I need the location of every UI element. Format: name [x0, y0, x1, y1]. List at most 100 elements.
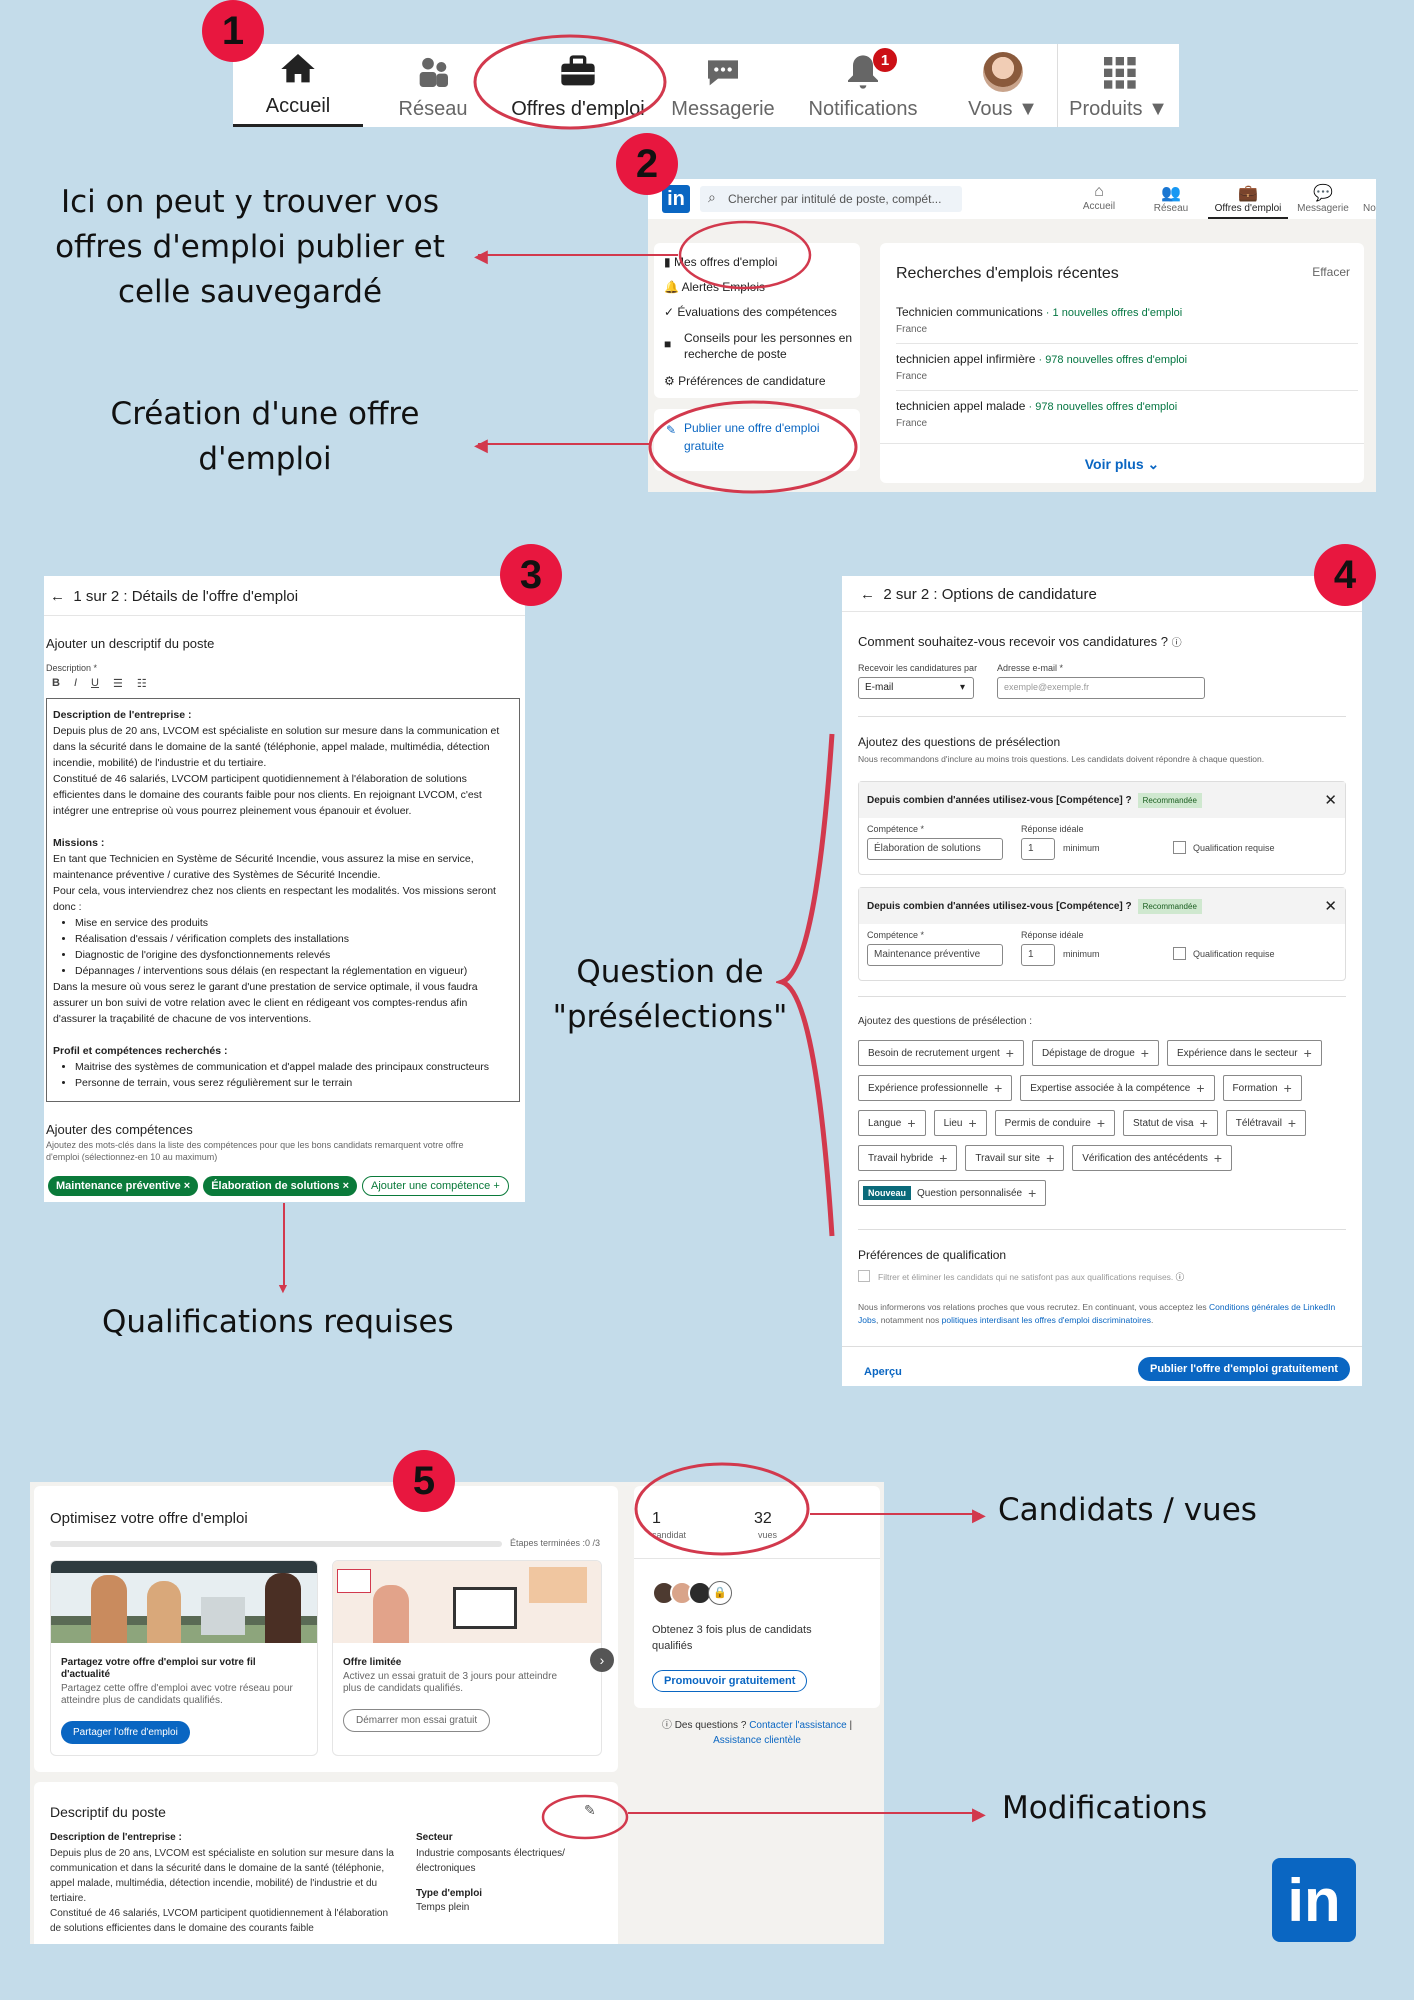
recommended-badge: Recommandée — [1137, 792, 1202, 808]
ideal-answer-input[interactable]: 1 — [1021, 944, 1055, 966]
menu-preferences[interactable]: ⚙ Préférences de candidature — [664, 374, 826, 388]
linkedin-top-nav: Accueil Réseau Offres d'emploi Messageri… — [233, 44, 1179, 127]
recent-search-item[interactable]: Technicien communications · 1 nouvelles … — [896, 303, 1358, 344]
highlight-circle-stats — [634, 1462, 810, 1556]
promote-button[interactable]: Promouvoir gratuitement — [652, 1670, 808, 1692]
question-chip[interactable]: Formation + — [1222, 1075, 1302, 1101]
skill-pill[interactable]: Maintenance préventive × — [48, 1176, 199, 1196]
question-chip[interactable]: Dépistage de drogue + — [1031, 1040, 1159, 1066]
screening-hint: Nous recommandons d'inclure au moins tro… — [858, 754, 1265, 764]
carousel-next-button[interactable]: › — [590, 1648, 614, 1672]
competence-input[interactable]: Élaboration de solutions — [867, 838, 1003, 860]
s2-nav-messagerie[interactable]: 💬 Messagerie — [1293, 183, 1353, 214]
publish-free-button[interactable]: Publier l'offre d'emploi gratuitement — [1138, 1357, 1350, 1381]
nav-label: Messagerie — [671, 98, 775, 120]
question-chip[interactable]: Vérification des antécédents + — [1072, 1145, 1233, 1171]
network-icon — [419, 57, 448, 87]
pref-checkbox[interactable] — [858, 1270, 870, 1282]
board-shape — [337, 1569, 371, 1593]
description-textarea[interactable]: Description de l'entreprise : Depuis plu… — [46, 698, 520, 1102]
desc-paragraph: Depuis plus de 20 ans, LVCOM est spécial… — [53, 725, 500, 769]
highlight-circle-mes-offres — [678, 220, 812, 290]
add-skill-button[interactable]: Ajouter une compétence + — [362, 1176, 509, 1196]
search-input[interactable]: ⌕ Chercher par intitulé de poste, compét… — [700, 186, 962, 212]
shelf-shape — [529, 1567, 587, 1603]
recent-search-item[interactable]: technicien appel malade · 978 nouvelles … — [896, 397, 1358, 437]
desc-heading: Description de l'entreprise : — [50, 1832, 182, 1843]
step-badge-1: 1 — [202, 0, 264, 62]
nav-vous[interactable]: Vous ▼ — [933, 44, 1073, 127]
optimize-card: Optimisez votre offre d'emploi Étapes te… — [34, 1486, 618, 1772]
see-more-link[interactable]: Voir plus ⌄ — [880, 443, 1364, 473]
menu-evaluations[interactable]: ✓ Évaluations des compétences — [664, 305, 837, 319]
back-arrow-icon[interactable]: ← — [50, 588, 65, 605]
s2-nav-reseau[interactable]: 👥 Réseau — [1148, 183, 1194, 214]
s2-nav-offres[interactable]: 💼 Offres d'emploi — [1208, 183, 1288, 219]
required-checkbox[interactable] — [1173, 841, 1186, 854]
nav-produits[interactable]: Produits ▼ — [1058, 44, 1179, 127]
linkedin-logo-footer: in — [1272, 1858, 1356, 1942]
clear-link[interactable]: Effacer — [1312, 265, 1350, 279]
close-icon[interactable]: ✕ — [1324, 897, 1337, 915]
menu-conseils[interactable]: ■ Conseils pour les personnes en recherch… — [664, 330, 854, 362]
start-trial-button[interactable]: Démarrer mon essai gratuit — [343, 1709, 491, 1732]
custom-question-chip[interactable]: Nouveau Question personnalisée + — [858, 1180, 1047, 1206]
receive-select[interactable]: E-mail ▾ — [858, 677, 974, 699]
underline-button[interactable]: U — [91, 677, 99, 690]
arrow-modifications — [628, 1812, 980, 1814]
nav-label: Réseau — [398, 98, 468, 120]
italic-button[interactable]: I — [74, 677, 77, 690]
question-chip[interactable]: Expérience professionnelle + — [858, 1075, 1013, 1101]
monitor-shape — [453, 1587, 517, 1629]
question-chip[interactable]: Télétravail + — [1225, 1110, 1307, 1136]
avatar-group: 🔒 — [652, 1581, 732, 1605]
share-job-button[interactable]: Partager l'offre d'emploi — [61, 1721, 190, 1744]
bold-button[interactable]: B — [52, 677, 60, 690]
nav-notifications[interactable]: Notifications 1 — [793, 44, 933, 127]
nav-accueil[interactable]: Accueil — [233, 44, 363, 127]
contact-support-link[interactable]: Contacter l'assistance — [749, 1720, 847, 1731]
skill-pill[interactable]: Élaboration de solutions × — [203, 1176, 358, 1196]
arrow-mes-offres — [478, 254, 678, 256]
question-chip[interactable]: Expérience dans le secteur + — [1166, 1040, 1322, 1066]
question-chip[interactable]: Expertise associée à la compétence + — [1020, 1075, 1215, 1101]
share-card-title: Partagez votre offre d'emploi sur votre … — [61, 1657, 256, 1680]
legal-text: Nous informerons vos relations proches q… — [858, 1302, 1336, 1325]
policy-link[interactable]: politiques interdisant les offres d'empl… — [942, 1315, 1151, 1325]
bullet-list-button[interactable]: ☰ — [113, 677, 123, 690]
linkedin-logo[interactable]: in — [662, 185, 690, 213]
customer-support-link[interactable]: Assistance clientèle — [713, 1735, 801, 1746]
trial-card-title: Offre limitée — [343, 1657, 402, 1668]
caption-creation: Création d'une offre d'emploi — [110, 396, 420, 477]
section-title: Ajouter un descriptif du poste — [46, 636, 215, 651]
close-icon[interactable]: ✕ — [1324, 791, 1337, 809]
nav-messagerie[interactable]: Messagerie — [653, 44, 793, 127]
numbered-list-button[interactable]: ☷ — [137, 677, 147, 690]
question-chip[interactable]: Besoin de recrutement urgent + — [858, 1040, 1024, 1066]
trial-illustration — [333, 1561, 601, 1643]
step-badge-4: 4 — [1314, 544, 1376, 606]
ideal-answer-input[interactable]: 1 — [1021, 838, 1055, 860]
question-chip[interactable]: Travail sur site + — [965, 1145, 1065, 1171]
required-checkbox[interactable] — [1173, 947, 1186, 960]
grid-icon — [1103, 57, 1136, 89]
s2-nav-notifications[interactable]: No — [1363, 203, 1376, 214]
question-chip[interactable]: Statut de visa + — [1123, 1110, 1218, 1136]
competence-input[interactable]: Maintenance préventive — [867, 944, 1003, 966]
question-chip[interactable]: Travail hybride + — [858, 1145, 958, 1171]
divider — [858, 716, 1346, 717]
gear-icon: ⚙ — [664, 374, 675, 388]
highlight-circle-publier — [648, 400, 858, 494]
question-chip[interactable]: Permis de conduire + — [994, 1110, 1115, 1136]
s2-nav-accueil[interactable]: ⌂ Accueil — [1076, 183, 1122, 212]
question-chip[interactable]: Lieu + — [933, 1110, 987, 1136]
email-input[interactable]: exemple@exemple.fr — [997, 677, 1205, 699]
step-badge-3: 3 — [500, 544, 562, 606]
network-icon: 👥 — [1161, 185, 1181, 202]
question-chip[interactable]: Langue + — [858, 1110, 926, 1136]
person-figure — [373, 1585, 409, 1643]
arrow-head-left: ◀ — [474, 435, 488, 455]
preview-button[interactable]: Aperçu — [864, 1366, 902, 1378]
back-arrow-icon[interactable]: ← — [860, 586, 875, 603]
recent-search-item[interactable]: technicien appel infirmière · 978 nouvel… — [896, 350, 1358, 391]
